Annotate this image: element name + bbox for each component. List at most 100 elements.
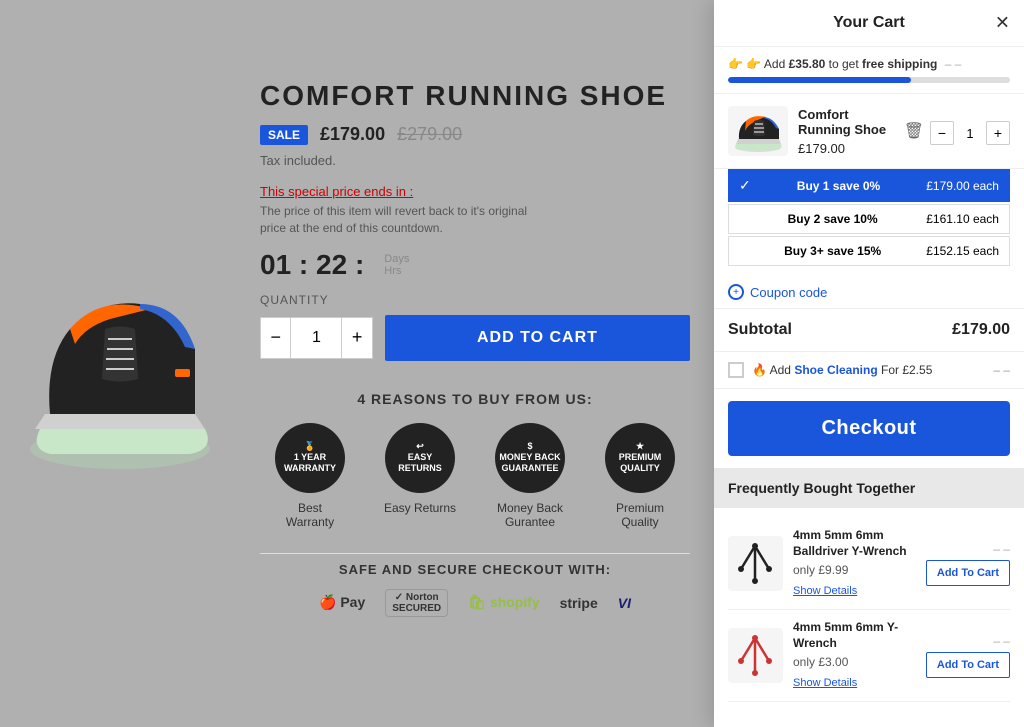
cart-sidebar: Your Cart ✕ 👉 👉 Add £35.80 to get free s… [714,0,1024,727]
shipping-suffix: to get [829,57,862,71]
progress-bar [728,77,1010,83]
fbt-item-2-price: only £3.00 [793,655,916,669]
fbt-item-2-name: 4mm 5mm 6mm Y-Wrench [793,620,916,651]
subtotal-row: Subtotal £179.00 [714,309,1024,352]
returns-label: Easy Returns [380,501,460,515]
tier-1[interactable]: ✓ Buy 1 save 0% £179.00 each [728,169,1010,202]
cart-qty-value: 1 [960,126,980,141]
tax-note: Tax included. [260,153,690,168]
upsell-fire: 🔥 [752,363,767,377]
fbt-item-1-actions: – – Add To Cart [926,542,1010,586]
returns-icon: ↩EASYRETURNS [385,423,455,493]
shipping-amount: £35.80 [789,57,826,71]
progress-bar-fill [728,77,911,83]
fbt-item-1-name: 4mm 5mm 6mm Balldriver Y-Wrench [793,528,916,559]
special-price-link[interactable]: This special price ends in : [260,184,690,199]
cart-item-qty: − 1 + [930,121,1010,145]
add-to-cart-button[interactable]: ADD TO CART [385,315,690,361]
shipping-emoji: 👉 [728,57,743,71]
coupon-icon: + [728,284,744,300]
fbt-item-1-show-details[interactable]: Show Details [793,585,857,597]
shopify-icon: 🛍 shopify [468,594,539,611]
norton-icon: ✓ NortonSECURED [385,589,448,617]
cart-item-image [728,106,788,156]
cart-qty-increase-button[interactable]: + [986,121,1010,145]
cart-item-name: Comfort Running Shoe [798,107,894,137]
countdown-row: 01 : 22 : Days Hrs [260,249,690,281]
fbt-item-1-price: only £9.99 [793,563,916,577]
quantity-row: − + ADD TO CART [260,315,690,361]
fbt-section: Frequently Bought Together 4mm 5mm 6mm B… [728,468,1010,702]
original-price: £279.00 [397,124,462,145]
quantity-label: QUANTITY [260,293,690,307]
shipping-prefix: 👉 Add [746,57,788,71]
sale-badge: SALE [260,125,308,145]
price-row: SALE £179.00 £279.00 [260,124,690,145]
reason-returns: ↩EASYRETURNS Easy Returns [380,423,460,529]
cart-title: Your Cart [833,14,905,32]
cart-close-button[interactable]: ✕ [995,13,1010,34]
price-note: The price of this item will revert back … [260,203,540,237]
fbt-item-1-add-button[interactable]: Add To Cart [926,560,1010,586]
subtotal-label: Subtotal [728,321,792,339]
fbt-item-2-image [728,628,783,683]
tier-3[interactable]: Buy 3+ save 15% £152.15 each [728,236,1010,266]
reasons-grid: 🏅1 YEARWARRANTY BestWarranty ↩EASYRETURN… [260,423,690,529]
shipping-bar: 👉 👉 Add £35.80 to get free shipping – – [714,47,1024,94]
tier-1-price: £179.00 each [926,179,999,193]
subtotal-value: £179.00 [952,321,1010,339]
fbt-item-2-dash: – – [993,634,1010,648]
upsell-dash: – – [993,363,1010,377]
fbt-item-2-add-button[interactable]: Add To Cart [926,652,1010,678]
reason-premium: ★PREMIUMQUALITY PremiumQuality [600,423,680,529]
reason-money-back: $MONEY BACKGUARANTEE Money BackGurantee [490,423,570,529]
quantity-input[interactable] [291,317,341,359]
cart-item: Comfort Running Shoe £179.00 🗑 − 1 + [714,94,1024,169]
fbt-item-2-actions: – – Add To Cart [926,634,1010,678]
tier-2[interactable]: Buy 2 save 10% £161.10 each [728,204,1010,234]
shipping-dash: – – [945,57,962,71]
upsell-checkbox[interactable] [728,362,744,378]
sale-price: £179.00 [320,124,385,145]
quantity-increase-button[interactable]: + [341,317,372,359]
warranty-label: BestWarranty [270,501,350,529]
quantity-decrease-button[interactable]: − [260,317,291,359]
product-info: COMFORT RUNNING SHOE SALE £179.00 £279.0… [240,60,710,637]
fbt-header: Frequently Bought Together [714,468,1024,508]
countdown-value: 01 : 22 : [260,249,364,281]
product-image-area [0,0,240,727]
fbt-item-2-show-details[interactable]: Show Details [793,677,857,689]
upsell-suffix: For £2.55 [881,363,932,377]
reasons-title: 4 REASONS TO BUY FROM US: [260,391,690,407]
cart-item-controls: 🗑 − 1 + [904,117,1010,145]
cart-header: Your Cart ✕ [714,0,1024,47]
warranty-icon: 🏅1 YEARWARRANTY [275,423,345,493]
tier-1-check: ✓ [739,177,751,194]
fbt-item-1: 4mm 5mm 6mm Balldriver Y-Wrench only £9.… [728,518,1010,610]
upsell-row: 🔥 Add Shoe Cleaning For £2.55 – – [714,352,1024,389]
upsell-prefix: Add [770,363,795,377]
reasons-section: 4 REASONS TO BUY FROM US: 🏅1 YEARWARRANT… [260,391,690,529]
tier-2-price: £161.10 each [926,212,999,226]
secure-checkout-section: SAFE AND SECURE CHECKOUT WITH: 🍎 Pay ✓ N… [260,553,690,617]
premium-icon: ★PREMIUMQUALITY [605,423,675,493]
upsell-link[interactable]: Shoe Cleaning [794,363,877,377]
tier-3-label: Buy 3+ save 15% [784,244,881,258]
countdown-days-label: Days [384,253,409,265]
coupon-row[interactable]: + Coupon code [714,276,1024,309]
page-background: COMFORT RUNNING SHOE SALE £179.00 £279.0… [0,0,714,727]
apple-pay-icon: 🍎 Pay [319,594,365,611]
visa-icon: VI [618,595,631,611]
coupon-label: Coupon code [750,285,827,300]
fbt-item-2-details: 4mm 5mm 6mm Y-Wrench only £3.00 Show Det… [793,620,916,691]
volume-tiers: ✓ Buy 1 save 0% £179.00 each Buy 2 save … [728,169,1010,266]
cart-item-details: Comfort Running Shoe £179.00 [798,107,894,156]
cart-qty-decrease-button[interactable]: − [930,121,954,145]
fbt-wrench-1-svg [733,541,778,586]
fbt-item-1-image [728,536,783,591]
secure-title: SAFE AND SECURE CHECKOUT WITH: [260,562,690,577]
checkout-button[interactable]: Checkout [728,401,1010,456]
delete-item-button[interactable]: 🗑 [904,121,924,141]
payment-icons: 🍎 Pay ✓ NortonSECURED 🛍 shopify stripe V… [260,589,690,617]
product-title: COMFORT RUNNING SHOE [260,80,690,112]
